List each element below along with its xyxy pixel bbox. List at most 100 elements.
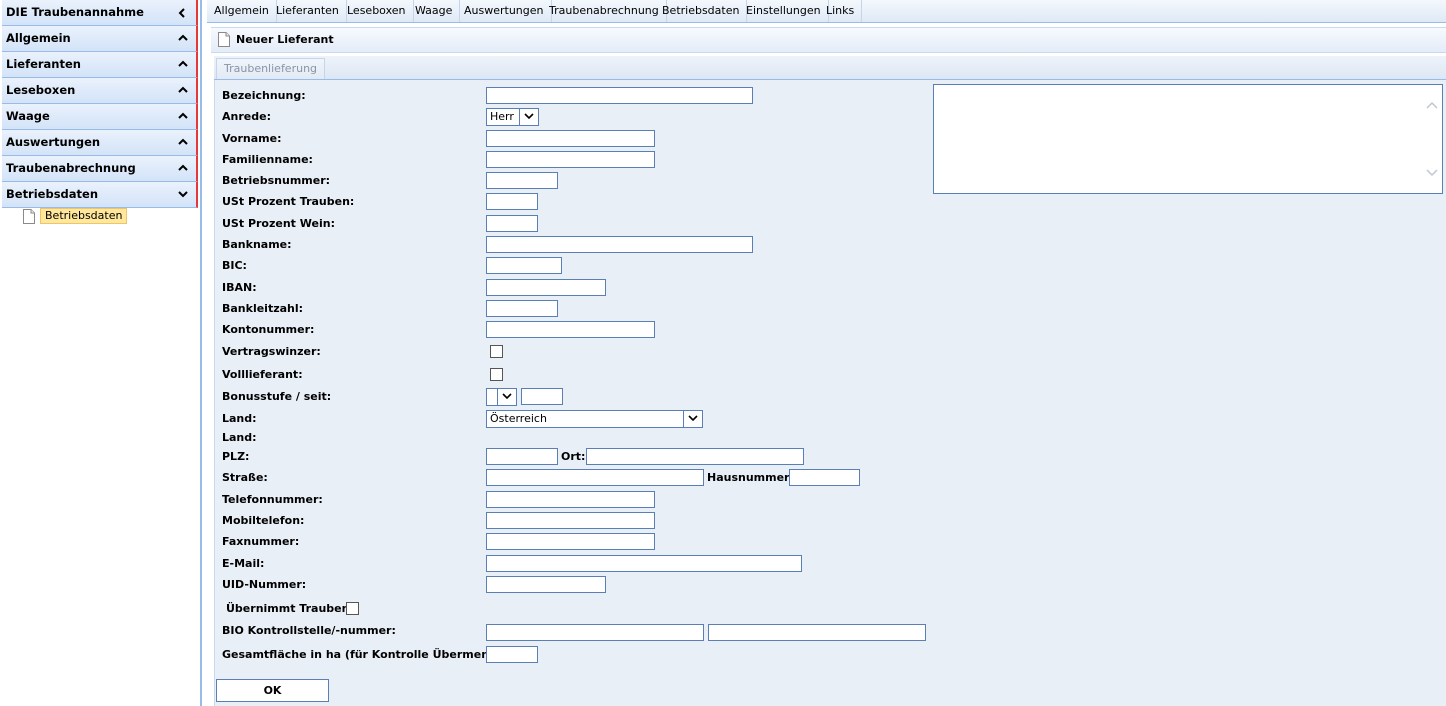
- chevron-up-icon[interactable]: [178, 104, 188, 129]
- label-plz: PLZ:: [222, 450, 250, 463]
- land-select[interactable]: Österreich: [486, 410, 703, 428]
- label-gesamtflaeche: Gesamtfläche in ha (für Kontrolle Überme…: [222, 648, 514, 661]
- sidebar-header-betriebsdaten[interactable]: Betriebsdaten: [2, 182, 198, 208]
- chevron-up-icon[interactable]: [1426, 99, 1438, 112]
- ust-wein-input[interactable]: [486, 215, 538, 232]
- label-kontonummer: Kontonummer:: [222, 323, 315, 336]
- gesamtflaeche-input[interactable]: [486, 646, 538, 663]
- menu-item-traubenabrechnung[interactable]: Traubenabrechnung: [542, 0, 667, 22]
- chevron-left-icon[interactable]: [178, 0, 188, 25]
- bankleitzahl-input[interactable]: [486, 300, 558, 317]
- label-faxnummer: Faxnummer:: [222, 535, 300, 548]
- menu-item-lieferanten[interactable]: Lieferanten: [269, 0, 347, 22]
- menu-item-auswertungen[interactable]: Auswertungen: [457, 0, 552, 22]
- familienname-input[interactable]: [486, 151, 655, 168]
- bonusstufe-select[interactable]: [486, 388, 517, 406]
- label-anrede: Anrede:: [222, 110, 271, 123]
- iban-input[interactable]: [486, 279, 606, 296]
- panel-header: Neuer Lieferant: [211, 27, 1446, 53]
- label-iban: IBAN:: [222, 281, 257, 294]
- sidebar-header-label: DIE Traubenannahme: [6, 5, 144, 19]
- chevron-up-icon[interactable]: [178, 52, 188, 77]
- ok-button[interactable]: OK: [216, 679, 329, 702]
- sidebar-header-auswertungen[interactable]: Auswertungen: [2, 130, 198, 156]
- label-vertragswinzer: Vertragswinzer:: [222, 345, 321, 358]
- tree-item-betriebsdaten[interactable]: Betriebsdaten: [40, 208, 128, 224]
- sidebar-header-lieferanten[interactable]: Lieferanten: [2, 52, 198, 78]
- strasse-input[interactable]: [486, 469, 704, 486]
- label-volllieferant: Volllieferant:: [222, 368, 303, 381]
- label-bio-kontrollstelle: BIO Kontrollstelle/-nummer:: [222, 624, 396, 637]
- sidebar-header-traubenabrechnung[interactable]: Traubenabrechnung: [2, 156, 198, 182]
- chevron-down-icon[interactable]: [497, 389, 516, 405]
- bezeichnung-input[interactable]: [486, 87, 753, 104]
- tab-bar: Traubenlieferung: [214, 56, 1446, 80]
- uebernimmt-trauben-checkbox[interactable]: [346, 602, 359, 615]
- label-vorname: Vorname:: [222, 132, 282, 145]
- chevron-down-icon[interactable]: [1426, 167, 1438, 180]
- label-familienname: Familienname:: [222, 153, 313, 166]
- vorname-input[interactable]: [486, 130, 655, 147]
- hausnummer-input[interactable]: [789, 469, 860, 486]
- sidebar-header-label: Traubenabrechnung: [6, 161, 136, 175]
- document-icon: [218, 32, 230, 50]
- sidebar-header-leseboxen[interactable]: Leseboxen: [2, 78, 198, 104]
- bic-input[interactable]: [486, 257, 562, 274]
- chevron-up-icon[interactable]: [178, 156, 188, 181]
- email-input[interactable]: [486, 555, 802, 572]
- chevron-down-icon[interactable]: [519, 109, 538, 125]
- label-bic: BIC:: [222, 259, 247, 272]
- label-ust-trauben: USt Prozent Trauben:: [222, 195, 355, 208]
- sidebar: DIE Traubenannahme Allgemein Lieferanten…: [0, 0, 202, 706]
- bio-kontrollnummer-input[interactable]: [708, 624, 926, 641]
- land-selected-value: Österreich: [490, 412, 547, 425]
- label-hausnummer: Hausnummer:: [707, 471, 794, 484]
- menu-item-leseboxen[interactable]: Leseboxen: [340, 0, 414, 22]
- ust-trauben-input[interactable]: [486, 193, 538, 210]
- label-uebernimmt-trauben: Übernimmt Trauben:: [226, 602, 354, 615]
- label-bezeichnung: Bezeichnung:: [222, 89, 306, 102]
- label-email: E-Mail:: [222, 557, 265, 570]
- sidebar-header-waage[interactable]: Waage: [2, 104, 198, 130]
- sidebar-header-label: Auswertungen: [6, 135, 101, 149]
- chevron-up-icon[interactable]: [178, 78, 188, 103]
- menu-item-allgemein[interactable]: Allgemein: [207, 0, 277, 22]
- label-uid-nummer: UID-Nummer:: [222, 578, 307, 591]
- page-title: Neuer Lieferant: [236, 33, 334, 46]
- telefonnummer-input[interactable]: [486, 491, 655, 508]
- betriebsnummer-input[interactable]: [486, 172, 558, 189]
- kontonummer-input[interactable]: [486, 321, 655, 338]
- menu-item-betriebsdaten[interactable]: Betriebsdaten: [655, 0, 748, 22]
- label-ust-wein: USt Prozent Wein:: [222, 217, 335, 230]
- bio-kontrollstelle-input[interactable]: [486, 624, 704, 641]
- label-betriebsnummer: Betriebsnummer:: [222, 174, 331, 187]
- chevron-up-icon[interactable]: [178, 130, 188, 155]
- uid-nummer-input[interactable]: [486, 576, 606, 593]
- sidebar-header-die-traubenannahme[interactable]: DIE Traubenannahme: [2, 0, 198, 26]
- label-land-2: Land:: [222, 431, 257, 444]
- bonusstufe-seit-input[interactable]: [521, 388, 563, 405]
- chevron-down-icon[interactable]: [178, 182, 188, 207]
- top-menu: Allgemein Lieferanten Leseboxen Waage Au…: [207, 0, 1446, 23]
- label-telefonnummer: Telefonnummer:: [222, 493, 323, 506]
- faxnummer-input[interactable]: [486, 533, 655, 550]
- menu-item-waage[interactable]: Waage: [408, 0, 461, 22]
- anrede-select[interactable]: Herr: [486, 108, 539, 126]
- ort-input[interactable]: [586, 448, 804, 465]
- menu-item-links[interactable]: Links: [819, 0, 863, 22]
- chevron-up-icon[interactable]: [178, 26, 188, 51]
- sidebar-header-label: Leseboxen: [6, 83, 76, 97]
- menu-item-einstellungen[interactable]: Einstellungen: [739, 0, 829, 22]
- mobiltelefon-input[interactable]: [486, 512, 655, 529]
- plz-input[interactable]: [486, 448, 558, 465]
- chevron-down-icon[interactable]: [683, 411, 702, 427]
- notes-textarea[interactable]: [933, 84, 1443, 194]
- label-bankname: Bankname:: [222, 238, 292, 251]
- bankname-input[interactable]: [486, 236, 753, 253]
- sidebar-header-allgemein[interactable]: Allgemein: [2, 26, 198, 52]
- vertragswinzer-checkbox[interactable]: [490, 345, 503, 358]
- document-icon: [23, 209, 35, 227]
- sidebar-header-label: Lieferanten: [6, 57, 81, 71]
- volllieferant-checkbox[interactable]: [490, 368, 503, 381]
- tab-traubenlieferung[interactable]: Traubenlieferung: [216, 58, 326, 79]
